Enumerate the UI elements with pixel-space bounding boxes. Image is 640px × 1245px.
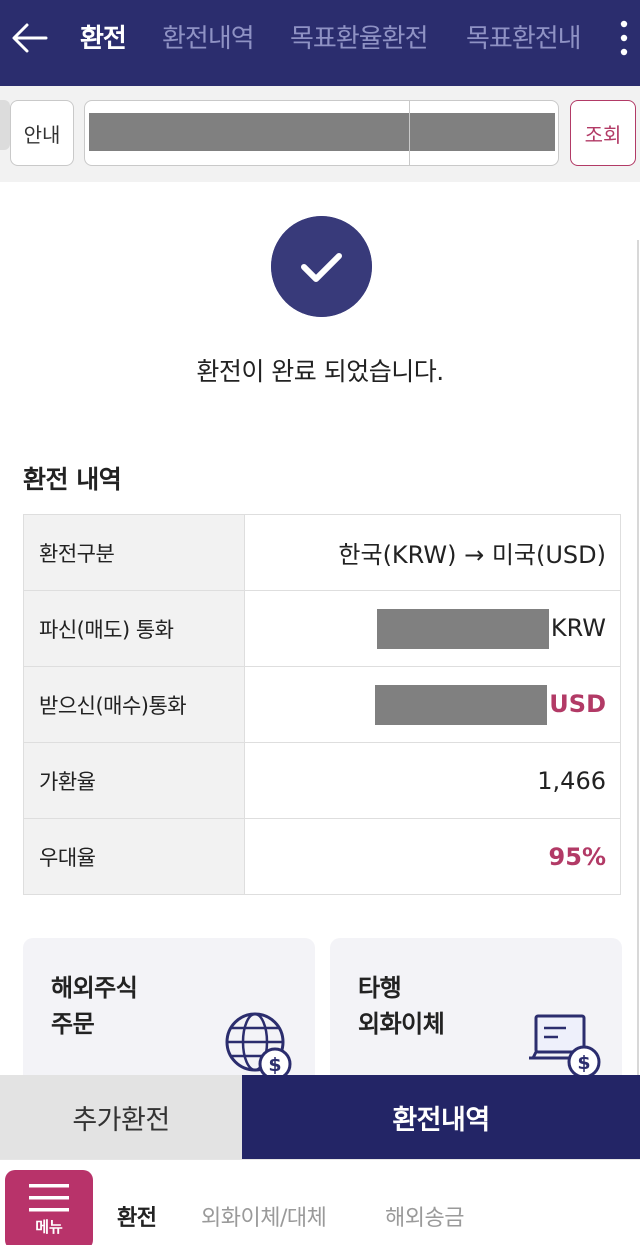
globe-dollar-icon: $ — [225, 1012, 292, 1081]
redacted-amount — [375, 684, 548, 725]
row-label: 받으신(매수)통화 — [23, 666, 245, 743]
row-label: 가환율 — [23, 742, 245, 819]
nav-item-fx-transfer[interactable]: 외화이체/대체 — [201, 1200, 327, 1232]
table-row: 우대율 95% — [23, 818, 621, 895]
currency-code: USD — [549, 689, 606, 718]
field-divider — [409, 101, 410, 165]
action-bar: 추가환전 환전내역 — [0, 1075, 640, 1159]
section-title: 환전 내역 — [23, 465, 122, 494]
svg-text:$: $ — [268, 1054, 281, 1076]
svg-text:$: $ — [577, 1052, 590, 1074]
table-row: 받으신(매수)통화 USD — [23, 666, 621, 743]
row-label: 우대율 — [23, 818, 245, 895]
side-handle[interactable] — [0, 100, 10, 150]
card-title-line: 해외주식 — [51, 974, 138, 1002]
tab-target-rate-exchange[interactable]: 목표환율환전 — [290, 18, 429, 55]
redacted-account-number — [89, 113, 555, 151]
tab-target-exchange-history[interactable]: 목표환전내 — [466, 18, 582, 55]
exchange-history-button[interactable]: 환전내역 — [242, 1075, 640, 1159]
table-row: 가환율 1,466 — [23, 742, 621, 819]
row-value-cell: KRW — [244, 590, 621, 667]
row-label: 파신(매도) 통화 — [23, 590, 245, 667]
card-title-line: 주문 — [51, 1010, 95, 1038]
row-value: 한국(KRW) → 미국(USD) — [244, 514, 621, 591]
row-value: 1,466 — [244, 742, 621, 819]
nav-item-overseas-remittance[interactable]: 해외송금 — [385, 1200, 464, 1232]
exchange-details-table: 환전구분 한국(KRW) → 미국(USD) 파신(매도) 통화 KRW 받으신… — [23, 514, 621, 895]
table-row: 환전구분 한국(KRW) → 미국(USD) — [23, 514, 621, 591]
back-arrow-icon[interactable] — [10, 18, 50, 58]
card-title-line: 타행 — [358, 974, 402, 1002]
top-header: 환전 환전내역 목표환율환전 목표환전내 — [0, 0, 640, 86]
row-label: 환전구분 — [23, 514, 245, 591]
table-row: 파신(매도) 통화 KRW — [23, 590, 621, 667]
query-button[interactable]: 조회 — [570, 100, 636, 166]
menu-button[interactable]: 메뉴 — [5, 1170, 93, 1245]
menu-label: 메뉴 — [35, 1218, 63, 1236]
other-bank-fx-transfer-card[interactable]: 타행 외화이체 $ — [330, 938, 622, 1098]
hamburger-icon — [29, 1184, 69, 1212]
bottom-nav: 메뉴 환전 외화이체/대체 해외송금 — [0, 1159, 640, 1245]
tab-exchange-history[interactable]: 환전내역 — [162, 18, 255, 55]
card-title: 타행 외화이체 — [358, 970, 445, 1042]
additional-exchange-button[interactable]: 추가환전 — [0, 1075, 242, 1159]
currency-code: KRW — [550, 613, 606, 642]
laptop-dollar-icon: $ — [529, 1014, 601, 1079]
card-title-line: 외화이체 — [358, 1010, 445, 1038]
guide-button[interactable]: 안내 — [10, 100, 74, 166]
more-options-icon[interactable] — [612, 16, 636, 60]
redacted-amount — [376, 608, 549, 649]
completion-message: 환전이 완료 되었습니다. — [196, 357, 444, 386]
overseas-stock-order-card[interactable]: 해외주식 주문 $ — [23, 938, 315, 1098]
nav-item-exchange[interactable]: 환전 — [117, 1200, 157, 1232]
success-check-icon — [271, 216, 372, 317]
row-value: 95% — [244, 818, 621, 895]
card-title: 해외주식 주문 — [51, 970, 138, 1042]
row-value-cell: USD — [244, 666, 621, 743]
account-select-field[interactable] — [84, 100, 559, 166]
tab-exchange[interactable]: 환전 — [80, 18, 127, 55]
